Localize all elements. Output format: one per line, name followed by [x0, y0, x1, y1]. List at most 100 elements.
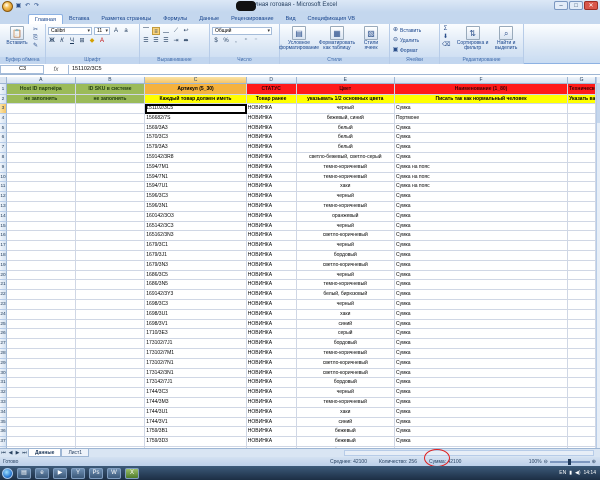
cell[interactable] — [568, 309, 596, 320]
status-cell[interactable]: НОВИНКА — [246, 309, 297, 320]
status-cell[interactable]: НОВИНКА — [246, 123, 297, 134]
cell[interactable] — [6, 437, 76, 447]
name-cell[interactable]: Сумка — [395, 104, 569, 114]
cell[interactable] — [75, 407, 146, 418]
cell[interactable] — [6, 123, 76, 134]
name-cell[interactable]: Сумка — [395, 290, 569, 300]
cell[interactable] — [6, 221, 76, 232]
cell[interactable] — [6, 319, 76, 330]
ribbon-tab[interactable]: Вставка — [63, 14, 95, 24]
horizontal-scrollbar[interactable] — [344, 450, 594, 456]
column-hint-cell[interactable]: указывать 1/2 основных цвета — [296, 95, 396, 104]
cell[interactable] — [6, 270, 76, 281]
redo-icon[interactable]: ↷ — [33, 3, 40, 10]
cell[interactable] — [6, 241, 76, 251]
row-header[interactable]: 4 — [0, 113, 7, 124]
article-cell[interactable]: 1759/3B1 — [145, 427, 247, 438]
column-title-cell[interactable]: ID SKU в системе — [75, 84, 146, 95]
row-header[interactable]: 5 — [0, 123, 7, 134]
cell[interactable] — [75, 123, 146, 134]
formula-input[interactable]: 151102/3С5 — [68, 65, 600, 74]
cell[interactable] — [75, 221, 146, 232]
cell[interactable] — [568, 211, 596, 222]
currency-icon[interactable]: $ — [212, 37, 220, 45]
cell[interactable] — [6, 358, 76, 369]
cell[interactable] — [75, 162, 146, 173]
column-title-cell[interactable]: Host ID партнёра — [6, 84, 76, 95]
article-cell[interactable]: 151102/3С5 — [145, 104, 247, 114]
cell[interactable] — [568, 388, 596, 398]
column-header[interactable]: G — [568, 77, 596, 84]
cell[interactable] — [75, 104, 146, 114]
article-cell[interactable]: 156682/7S — [145, 113, 247, 124]
article-cell[interactable]: 1698/3С3 — [145, 299, 247, 310]
name-cell[interactable]: Сумка — [395, 358, 569, 369]
color-cell[interactable]: темно-коричневый — [296, 201, 396, 212]
yandex-taskbar-icon[interactable]: Y — [71, 467, 85, 479]
color-cell[interactable]: белый — [296, 133, 396, 144]
row-header[interactable]: 10 — [0, 172, 7, 183]
font-color-icon[interactable]: A — [98, 37, 106, 45]
name-cell[interactable]: Сумка — [395, 397, 569, 408]
article-cell[interactable]: 1744/3U1 — [145, 407, 247, 418]
name-cell[interactable]: Сумка — [395, 368, 569, 379]
column-hint-cell[interactable]: Каждый товар должен иметь — [145, 95, 247, 104]
sheet-tab-sheet1[interactable]: Лист1 — [61, 449, 90, 457]
article-cell[interactable]: 1686/3С5 — [145, 270, 247, 281]
column-title-cell[interactable]: Артикул (5_30) — [145, 84, 247, 95]
italic-button[interactable]: К — [58, 37, 66, 45]
cell[interactable] — [6, 260, 76, 271]
maximize-button[interactable]: □ — [569, 1, 583, 10]
cell[interactable] — [568, 172, 596, 183]
cell[interactable] — [568, 182, 596, 193]
number-format-combo[interactable]: Общий — [212, 26, 272, 35]
cell[interactable] — [568, 231, 596, 242]
name-cell[interactable]: Сумка — [395, 260, 569, 271]
row-header[interactable]: 23 — [0, 299, 7, 310]
save-icon[interactable]: ▣ — [15, 3, 22, 10]
cell[interactable] — [75, 241, 146, 251]
article-cell[interactable]: 165142/3С3 — [145, 221, 247, 232]
cell[interactable] — [75, 201, 146, 212]
last-sheet-arrow-icon[interactable]: ⏭ — [21, 450, 28, 456]
row-header[interactable]: 11 — [0, 182, 7, 193]
status-cell[interactable]: НОВИНКА — [246, 260, 297, 271]
cell[interactable] — [6, 280, 76, 291]
status-cell[interactable]: НОВИНКА — [246, 143, 297, 153]
column-header[interactable]: C — [145, 77, 247, 84]
row-header[interactable]: 33 — [0, 397, 7, 408]
name-cell[interactable]: Сумка — [395, 192, 569, 202]
cell[interactable] — [6, 368, 76, 379]
orientation-icon[interactable]: ⟋ — [172, 27, 180, 35]
cell[interactable] — [75, 319, 146, 330]
column-title-cell[interactable]: Цвет — [296, 84, 396, 95]
article-cell[interactable]: 1594/7U1 — [145, 182, 247, 193]
cell[interactable] — [75, 172, 146, 183]
color-cell[interactable]: белый — [296, 123, 396, 134]
color-cell[interactable]: черный — [296, 221, 396, 232]
row-header[interactable]: 35 — [0, 417, 7, 428]
article-cell[interactable]: 1594/7N1 — [145, 172, 247, 183]
name-cell[interactable]: Сумка на пояс — [395, 162, 569, 173]
cell[interactable] — [568, 299, 596, 310]
status-cell[interactable]: НОВИНКА — [246, 329, 297, 340]
name-cell[interactable]: Сумка — [395, 407, 569, 418]
cell[interactable] — [6, 182, 76, 193]
cell[interactable] — [568, 348, 596, 359]
cell[interactable] — [75, 388, 146, 398]
cell[interactable] — [75, 143, 146, 153]
article-cell[interactable]: 1679/3J1 — [145, 250, 247, 261]
prev-sheet-arrow-icon[interactable]: ◀ — [7, 450, 14, 456]
article-cell[interactable]: 1596/3N1 — [145, 201, 247, 212]
status-cell[interactable]: НОВИНКА — [246, 427, 297, 438]
article-cell[interactable]: 169142/3Y3 — [145, 290, 247, 300]
cell[interactable] — [75, 280, 146, 291]
color-cell[interactable]: серый — [296, 329, 396, 340]
merge-icon[interactable]: ⬌ — [182, 37, 190, 45]
cell[interactable] — [6, 192, 76, 202]
row-header[interactable]: 2 — [0, 95, 7, 104]
cell[interactable] — [6, 339, 76, 349]
cell[interactable] — [6, 309, 76, 320]
cell[interactable] — [75, 182, 146, 193]
cell[interactable] — [6, 162, 76, 173]
